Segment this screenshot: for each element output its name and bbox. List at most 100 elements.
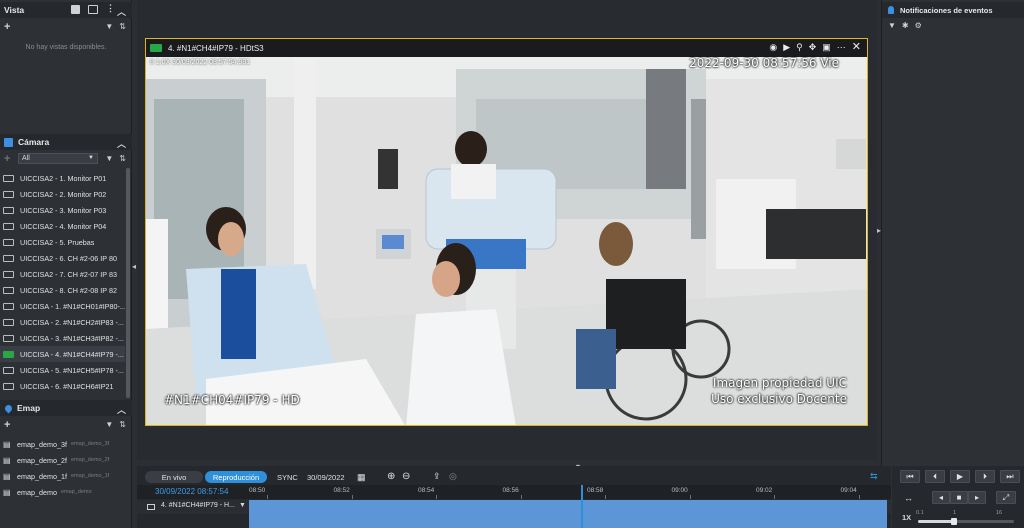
event-notifications-panel: Notificaciones de eventos ▼ ✱ ⚙ [881,0,1024,528]
playback-controls: ⏮ ⏴ ▶ ⏵ ⏭ ↔ ◂ ■ ▸ ⤢ 1X 0.1 1 16 [892,466,1024,528]
camera-list-item[interactable]: UICCISA - 3. #N1#CH3#IP82 -... [0,330,125,346]
add-emap-icon[interactable]: + [4,419,10,431]
speed-slider[interactable] [918,518,1014,525]
filter-icon[interactable]: ▼ [888,21,896,30]
live-button[interactable]: En vivo [145,471,203,483]
next-event-icon[interactable]: ▸ [968,491,986,504]
playback-button[interactable]: Reproducción [205,471,267,483]
bookmark-icon[interactable]: ◎ [449,471,457,482]
camara-section-header[interactable]: Cámara ︿ [0,134,132,150]
chevron-up-icon[interactable]: ︿ [117,403,126,416]
time-tick-mark [267,495,268,499]
sort-icon[interactable]: ⇅ [119,420,126,429]
recording-bar[interactable] [249,500,887,514]
filter-icon[interactable]: ▼ [105,154,113,163]
emap-list-item[interactable]: ▤ emap_demo_1f emap_demo_1f [0,468,132,484]
export-icon[interactable]: ⇪ [433,471,441,482]
emap-item-label: emap_demo_2f [17,455,67,465]
filter-icon[interactable]: ▼ [105,420,113,429]
sync-button[interactable]: SYNC [277,473,298,482]
snapshot-icon[interactable]: ▣ [822,42,831,53]
ptz-icon[interactable]: ✥ [809,42,817,53]
audio-icon[interactable]: ▶ [783,42,790,53]
track-row[interactable]: 4. #N1#CH4#IP79 - H... ▼ [137,500,891,514]
bug-icon[interactable]: ✱ [902,21,909,30]
chevron-up-icon[interactable]: ︿ [117,5,126,18]
filter-icon[interactable]: ▼ [239,502,246,509]
track-row-empty [249,514,887,528]
camera-list-item[interactable]: UICCISA - 5. #N1#CH5#IP78 -... [0,362,125,378]
prev-event-icon[interactable]: ◂ [932,491,950,504]
time-tick: 08:58 [587,487,604,494]
notifications-title: Notificaciones de eventos [900,5,993,15]
zoom-icon[interactable]: ⚲ [796,42,803,53]
more-icon[interactable]: ⋯ [837,42,846,53]
lock-icon[interactable] [71,5,80,14]
notifications-toolbar: ▼ ✱ ⚙ [888,21,922,30]
emap-item-sublabel: emap_demo [60,489,92,495]
calendar-icon[interactable]: ▦ [357,472,366,483]
camera-icon [3,350,14,358]
notifications-header: Notificaciones de eventos [882,2,1024,18]
camera-list-item[interactable]: UICCISA2 - 1. Monitor P01 [0,170,125,186]
time-tick: 08:54 [418,487,435,494]
add-view-icon[interactable]: + [4,21,10,33]
time-ruler[interactable]: 30/09/2022 08:57:54 08:50 08:52 08:54 08:56… [137,485,891,499]
sort-icon[interactable]: ⇅ [119,154,126,163]
close-icon[interactable]: ✕ [852,40,861,53]
record-icon[interactable]: ◉ [769,42,777,53]
time-tick-mark [858,495,860,499]
fullscreen-icon[interactable]: ⤢ [996,491,1016,504]
camera-list-item[interactable]: UICCISA2 - 7. CH #2-07 IP 83 [0,266,125,282]
step-back-icon[interactable]: ⏴ [925,470,945,483]
add-camera-icon[interactable]: + [4,153,10,165]
camera-icon [3,366,14,374]
video-tile[interactable]: 4. #N1#CH4#IP79 - HDtS3 ◉ ▶ ⚲ ✥ ▣ ⋯ ✕ II… [145,38,868,426]
camera-list-item[interactable]: UICCISA - 4. #N1#CH4#IP79 -... [0,346,125,362]
emap-list-item[interactable]: ▤ emap_demo emap_demo [0,484,132,500]
zoom-in-icon[interactable]: ⊕ [387,471,395,482]
speed-slider-thumb[interactable] [951,518,957,525]
sort-icon[interactable]: ⇅ [119,22,126,31]
camera-list-scrollbar[interactable] [126,168,130,398]
camera-filter-select[interactable]: All ▼ [18,153,98,164]
camera-icon [3,206,14,214]
camera-icon [3,270,14,278]
more-icon[interactable]: ⋮ [106,3,115,14]
zoom-out-icon[interactable]: ⊖ [402,471,410,482]
gear-icon[interactable]: ⚙ [915,21,922,30]
emap-item-label: emap_demo [17,487,57,497]
camera-icon [147,504,155,510]
emap-section-header[interactable]: Emap ︿ [0,400,132,416]
camera-list-item[interactable]: UICCISA - 1. #N1#CH01#IP80-... [0,298,125,314]
camera-list-item[interactable]: UICCISA2 - 3. Monitor P03 [0,202,125,218]
chevron-up-icon[interactable]: ︿ [117,137,126,150]
step-forward-icon[interactable]: ⏵ [975,470,995,483]
map-icon: ▤ [3,472,11,481]
skip-end-icon[interactable]: ⏭ [1000,470,1020,483]
skip-start-icon[interactable]: ⏮ [900,470,920,483]
camera-list-item[interactable]: UICCISA2 - 2. Monitor P02 [0,186,125,202]
emap-list-item[interactable]: ▤ emap_demo_2f emap_demo_2f [0,452,132,468]
camera-list-item[interactable]: UICCISA - 6. #N1#CH6#IP21 [0,378,125,394]
camera-list-item[interactable]: UICCISA2 - 6. CH #2-06 IP 80 [0,250,125,266]
emap-item-label: emap_demo_1f [17,471,67,481]
timeline-settings-icon[interactable]: ⇆ [870,471,878,482]
camera-list-item[interactable]: UICCISA2 - 5. Pruebas [0,234,125,250]
sync-arrows-icon[interactable]: ↔ [904,493,913,503]
playhead[interactable] [581,485,583,528]
camera-list-item-label: UICCISA2 - 8. CH #2-08 IP 82 [20,285,117,295]
play-icon[interactable]: ▶ [950,470,970,483]
emap-list-item[interactable]: ▤ emap_demo_3f emap_demo_3f [0,436,132,452]
camera-list-item[interactable]: UICCISA - 2. #N1#CH2#IP83 -... [0,314,125,330]
map-icon: ▤ [3,456,11,465]
camera-list-item[interactable]: UICCISA2 - 4. Monitor P04 [0,218,125,234]
filter-icon[interactable]: ▼ [105,22,113,31]
camera-list-item[interactable]: UICCISA2 - 8. CH #2-08 IP 82 [0,282,125,298]
date-field[interactable]: 30/09/2022 [307,473,345,482]
camera-list-item-label: UICCISA2 - 1. Monitor P01 [20,173,107,183]
camera-event-icon[interactable]: ■ [950,491,968,504]
time-tick-mark [436,495,437,499]
layout-icon[interactable] [88,5,98,14]
vista-section-header[interactable]: Vista ⋮ ︿ [0,2,132,18]
